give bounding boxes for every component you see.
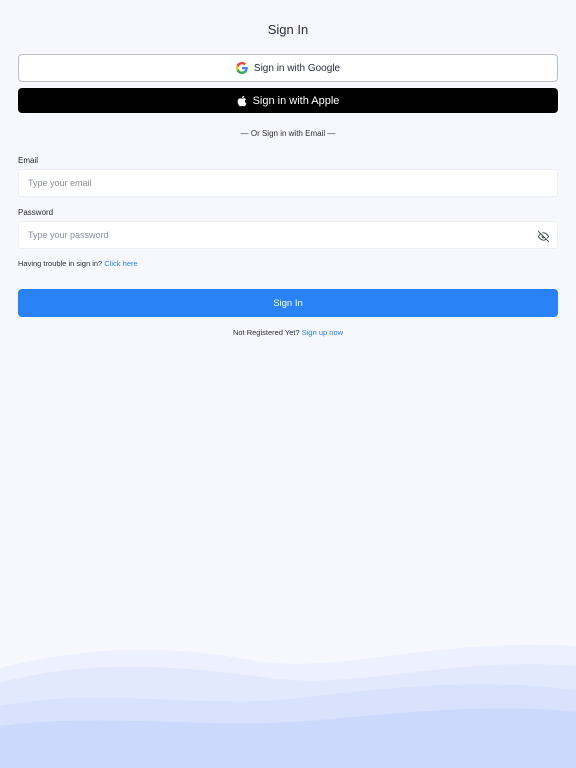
apple-icon bbox=[237, 95, 247, 107]
password-field-wrapper bbox=[18, 221, 558, 249]
page-title: Sign In bbox=[267, 22, 309, 37]
wave-background bbox=[0, 644, 576, 768]
sign-in-help: Having trouble in sign in? Click here bbox=[18, 259, 138, 268]
email-field-wrapper bbox=[18, 169, 558, 197]
password-input[interactable] bbox=[19, 222, 557, 248]
register-text: Not Registered Yet? bbox=[232, 328, 300, 337]
password-label: Password bbox=[18, 208, 54, 217]
google-button-label: Sign in with Google bbox=[253, 62, 341, 74]
click-here-link[interactable]: Click here bbox=[104, 259, 137, 268]
sign-in-page: Sign In Sign in with Google Sign in with… bbox=[0, 0, 576, 768]
sign-up-link[interactable]: Sign up now bbox=[302, 328, 343, 337]
apple-button-label: Sign in with Apple bbox=[252, 94, 340, 107]
email-label: Email bbox=[18, 156, 39, 165]
help-text: Having trouble in sign in? bbox=[18, 259, 103, 268]
eye-off-icon[interactable] bbox=[537, 230, 549, 242]
email-divider: — Or Sign in with Email — bbox=[240, 129, 336, 138]
sign-in-button[interactable]: Sign In bbox=[18, 289, 558, 317]
apple-sign-in-button[interactable]: Sign in with Apple bbox=[18, 88, 558, 113]
email-input[interactable] bbox=[19, 170, 557, 196]
sign-in-button-label: Sign In bbox=[273, 297, 303, 309]
register-prompt: Not Registered Yet? Sign up now bbox=[0, 328, 576, 337]
google-sign-in-button[interactable]: Sign in with Google bbox=[18, 54, 558, 82]
google-icon bbox=[235, 62, 248, 74]
